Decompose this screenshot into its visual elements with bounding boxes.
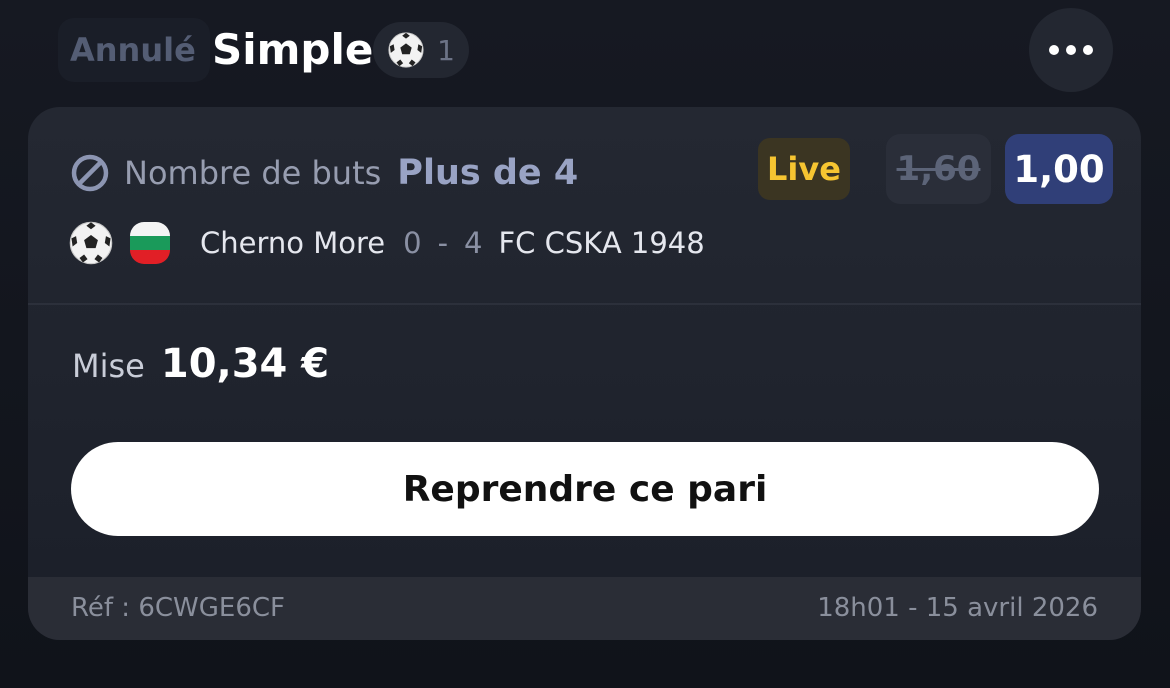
bet-footer: Réf : 6CWGE6CF 18h01 - 15 avril 2026 — [28, 577, 1141, 640]
away-score: 4 — [464, 226, 483, 260]
cancelled-icon — [71, 154, 109, 192]
bet-card: Nombre de buts Plus de 4 Live 1,60 1,00 … — [28, 107, 1141, 640]
bet-reference: Réf : 6CWGE6CF — [71, 593, 285, 623]
more-dot — [1083, 45, 1093, 55]
soccer-ball-icon — [69, 221, 113, 265]
more-dots-icon — [1049, 45, 1059, 55]
selection-label: Plus de 4 — [397, 153, 579, 193]
bet-type-title: Simple — [212, 25, 374, 74]
match-info: Cherno More 0 - 4 FC CSKA 1948 — [68, 218, 705, 268]
stake-label: Mise — [72, 347, 145, 385]
live-badge: Live — [758, 138, 850, 200]
selection-count-badge: 1 — [373, 22, 469, 78]
bet-datetime: 18h01 - 15 avril 2026 — [817, 593, 1098, 623]
score-separator: - — [437, 226, 449, 260]
bulgaria-flag-icon — [130, 222, 170, 264]
soccer-ball-icon — [388, 32, 424, 68]
original-odds: 1,60 — [886, 134, 991, 204]
market-label: Nombre de buts — [124, 154, 382, 192]
stake-value: 10,34 € — [160, 341, 330, 387]
more-options-button[interactable] — [1029, 8, 1113, 92]
more-dot — [1066, 45, 1076, 55]
selection-row: Nombre de buts Plus de 4 — [70, 145, 578, 201]
divider — [28, 303, 1141, 305]
reprendre-pari-button[interactable]: Reprendre ce pari — [71, 442, 1099, 536]
status-badge: Annulé — [58, 18, 210, 82]
selection-count: 1 — [437, 33, 455, 67]
final-odds: 1,00 — [1005, 134, 1113, 204]
home-team: Cherno More — [200, 226, 386, 260]
away-team: FC CSKA 1948 — [498, 226, 705, 260]
stake-row: Mise 10,34 € — [72, 341, 329, 397]
home-score: 0 — [403, 226, 422, 260]
bet-header: Annulé Simple 1 — [0, 0, 1170, 100]
status-text: Annulé — [70, 31, 196, 69]
